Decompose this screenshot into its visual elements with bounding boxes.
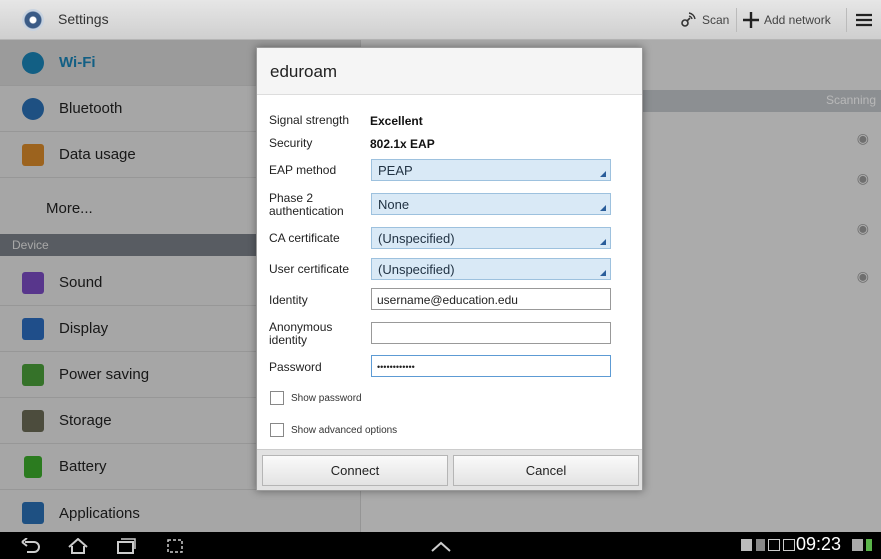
phase2-select[interactable]: None: [371, 193, 611, 215]
phase2-value: None: [378, 197, 410, 212]
plus-icon: [743, 12, 759, 28]
show-advanced-checkbox[interactable]: [270, 423, 284, 437]
recent-apps-icon[interactable]: [115, 536, 137, 556]
wifi-connect-dialog: eduroam Signal strength Excellent Securi…: [256, 47, 643, 491]
signal-value: Excellent: [370, 114, 423, 128]
dropdown-arrow-icon: [600, 239, 606, 245]
ca-cert-value: (Unspecified): [378, 231, 455, 246]
settings-icon[interactable]: [22, 9, 44, 31]
user-cert-label: User certificate: [269, 262, 350, 276]
anon-label-line2: identity: [269, 333, 308, 347]
show-password-label: Show password: [291, 393, 362, 404]
show-advanced-label: Show advanced options: [291, 425, 398, 436]
scan-label: Scan: [702, 13, 730, 27]
app-title: Settings: [58, 11, 109, 27]
phase2-label-line2: authentication: [269, 204, 344, 218]
signal-label: Signal strength: [269, 113, 350, 127]
cancel-button[interactable]: Cancel: [453, 455, 639, 486]
ca-cert-select[interactable]: (Unspecified): [371, 227, 611, 249]
dropdown-arrow-icon: [600, 270, 606, 276]
divider: [846, 8, 847, 32]
menu-icon[interactable]: [852, 8, 876, 32]
phase2-label: Phase 2 authentication: [269, 192, 374, 218]
password-field[interactable]: ••••••••••••: [371, 355, 611, 377]
add-network-button[interactable]: Add network: [742, 8, 831, 32]
user-cert-value: (Unspecified): [378, 262, 455, 277]
wifi-status-icon: [756, 539, 765, 551]
anon-label-line1: Anonymous: [269, 320, 333, 334]
password-label: Password: [269, 360, 322, 374]
phase2-label-line1: Phase 2: [269, 191, 314, 205]
scan-button[interactable]: Scan: [678, 8, 729, 32]
signal-icon: [852, 539, 863, 551]
connect-button[interactable]: Connect: [262, 455, 448, 486]
system-navigation-bar: 09:23: [0, 532, 881, 559]
identity-field[interactable]: username@education.edu: [371, 288, 611, 310]
eap-method-value: PEAP: [378, 163, 413, 178]
divider: [736, 8, 737, 32]
dialog-title: eduroam: [257, 48, 642, 95]
anon-identity-label: Anonymous identity: [269, 321, 374, 347]
user-cert-select[interactable]: (Unspecified): [371, 258, 611, 280]
dropdown-arrow-icon: [600, 171, 606, 177]
security-label: Security: [269, 136, 313, 150]
eap-method-select[interactable]: PEAP: [371, 159, 611, 181]
gallery-icon: [768, 539, 780, 551]
action-bar: Settings Scan Add network: [0, 0, 881, 40]
clock: 09:23: [796, 534, 842, 554]
battery-status-icon: [866, 539, 872, 551]
anon-identity-field[interactable]: [371, 322, 611, 344]
screenshot-icon[interactable]: [164, 536, 186, 556]
message-icon: [783, 539, 795, 551]
notification-icon: [741, 539, 752, 551]
identity-label: Identity: [269, 293, 308, 307]
security-value: 802.1x EAP: [370, 137, 435, 151]
show-password-checkbox[interactable]: [270, 391, 284, 405]
dialog-button-bar: Connect Cancel: [257, 449, 642, 490]
ca-cert-label: CA certificate: [269, 231, 340, 245]
add-network-label: Add network: [764, 13, 831, 27]
back-icon[interactable]: [20, 536, 42, 556]
home-icon[interactable]: [66, 536, 90, 556]
scan-icon: [681, 12, 696, 27]
dropdown-arrow-icon: [600, 205, 606, 211]
chevron-up-icon[interactable]: [428, 536, 454, 556]
eap-label: EAP method: [269, 163, 337, 177]
